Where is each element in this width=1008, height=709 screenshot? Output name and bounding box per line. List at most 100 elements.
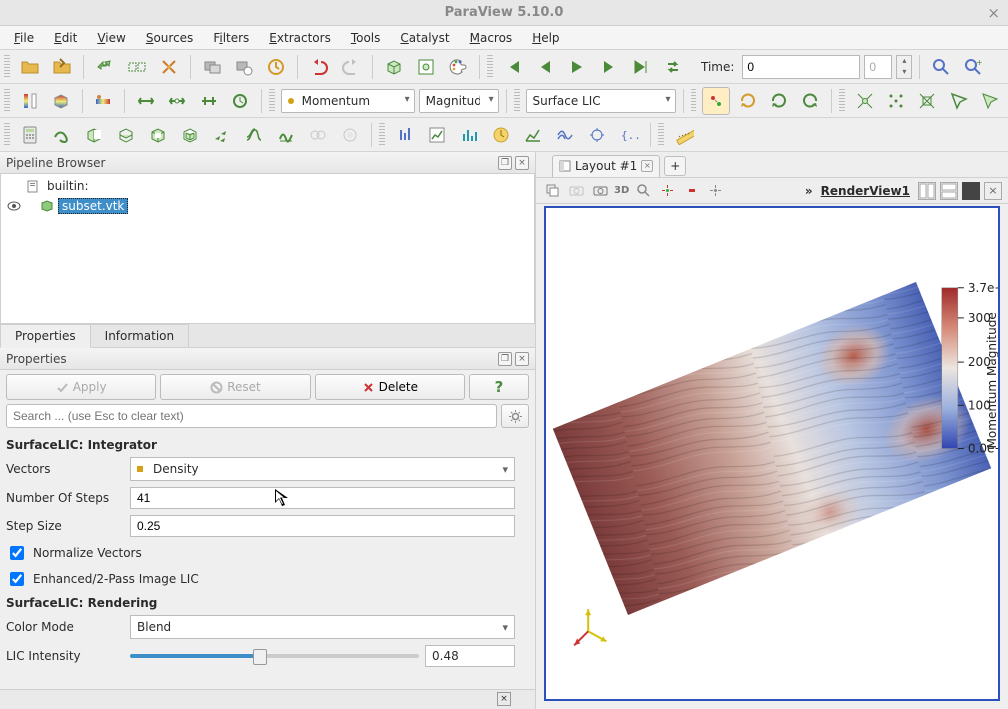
redo-button[interactable]	[337, 53, 365, 81]
zoom-to-data-button-2[interactable]	[765, 87, 792, 115]
select-surface-points-button[interactable]	[657, 181, 677, 201]
zoom-to-box-button[interactable]: +	[959, 53, 987, 81]
extract-grid-button[interactable]	[176, 121, 204, 149]
plot-selection-over-time-button[interactable]	[487, 121, 515, 149]
licintensity-slider[interactable]	[130, 654, 419, 658]
panel-close-button[interactable]: ×	[515, 352, 529, 366]
visibility-eye-icon[interactable]	[7, 199, 21, 213]
toolbar-grip[interactable]	[691, 89, 697, 113]
tab-information[interactable]: Information	[90, 324, 189, 347]
licintensity-value[interactable]: 0.48	[425, 645, 515, 667]
panel-float-button[interactable]: ❐	[498, 156, 512, 170]
scalar-bar-button[interactable]	[16, 87, 43, 115]
layout-tab-close[interactable]: ×	[641, 160, 653, 172]
toolbar-grip[interactable]	[269, 89, 275, 113]
rescale-range-button[interactable]	[132, 87, 159, 115]
reset-button[interactable]: Reset	[160, 374, 310, 400]
delete-button[interactable]: Delete	[315, 374, 465, 400]
copy-screenshot-button[interactable]	[542, 181, 562, 201]
interactive-select-cells-button[interactable]	[977, 87, 1004, 115]
slice-button[interactable]	[112, 121, 140, 149]
rescale-visible-button[interactable]	[195, 87, 222, 115]
plot-data-button[interactable]	[519, 121, 547, 149]
properties-scroll[interactable]: SurfaceLIC: Integrator Vectors Density N…	[0, 434, 535, 689]
toolbar-grip[interactable]	[4, 123, 10, 147]
advanced-toggle-button[interactable]	[501, 404, 529, 428]
probe-button[interactable]	[391, 121, 419, 149]
vcr-play-button[interactable]	[563, 53, 591, 81]
close-view-button[interactable]: ×	[984, 182, 1002, 200]
toolbar-grip[interactable]	[379, 123, 385, 147]
colormode-select[interactable]: Blend	[130, 615, 515, 639]
disconnect-button[interactable]	[123, 53, 151, 81]
apply-button[interactable]: Apply	[6, 374, 156, 400]
measure-button[interactable]	[670, 121, 698, 149]
python-shell-button[interactable]: {..}	[615, 121, 643, 149]
menu-help[interactable]: Help	[524, 29, 567, 47]
connect-button[interactable]	[91, 53, 119, 81]
frame-spinner[interactable]: ▴▾	[896, 55, 912, 79]
time-input[interactable]	[742, 55, 860, 79]
panel-close-button[interactable]: ×	[515, 156, 529, 170]
show-center-axes-button[interactable]	[702, 87, 729, 115]
interactive-mode-button[interactable]	[705, 181, 725, 201]
rescale-custom-button[interactable]	[164, 87, 191, 115]
pipeline-tree[interactable]: builtin: subset.vtk	[0, 174, 535, 324]
camera-lock-button[interactable]	[590, 181, 610, 201]
panel-float-button[interactable]: ❐	[498, 352, 512, 366]
extract-level-button[interactable]	[336, 121, 364, 149]
select-cells-on-button[interactable]	[851, 87, 878, 115]
cube-axes-button[interactable]	[412, 53, 440, 81]
pipeline-builtin[interactable]: builtin:	[1, 176, 534, 196]
toolbar-grip[interactable]	[4, 55, 10, 79]
array-combo[interactable]: Momentum	[281, 89, 415, 113]
generate-extracts-button[interactable]	[262, 53, 290, 81]
menu-macros[interactable]: Macros	[462, 29, 521, 47]
menu-extractors[interactable]: Extractors	[261, 29, 339, 47]
toolbar-grip[interactable]	[514, 89, 520, 113]
vectors-select[interactable]: Density	[130, 457, 515, 481]
calculator-button[interactable]	[16, 121, 44, 149]
warp-button[interactable]	[272, 121, 300, 149]
camera-button[interactable]	[566, 181, 586, 201]
menu-edit[interactable]: Edit	[46, 29, 85, 47]
window-close-button[interactable]: ×	[987, 4, 1000, 22]
component-combo[interactable]: Magnitude	[419, 89, 499, 113]
plot-over-line-button[interactable]	[423, 121, 451, 149]
save-state-button[interactable]	[48, 53, 76, 81]
enhanced-checkbox[interactable]	[10, 572, 24, 586]
toolbar-grip[interactable]	[487, 55, 493, 79]
rescale-temporal-button[interactable]	[226, 87, 253, 115]
undo-button[interactable]	[305, 53, 333, 81]
threshold-button[interactable]	[144, 121, 172, 149]
open-file-button[interactable]	[16, 53, 44, 81]
zoom-to-data-button[interactable]	[927, 53, 955, 81]
edit-color-map-button[interactable]	[90, 87, 117, 115]
layout-tab-1[interactable]: Layout #1 ×	[552, 155, 660, 177]
steps-input[interactable]	[130, 487, 515, 509]
color-palette-button[interactable]	[444, 53, 472, 81]
zoom-to-fit-button[interactable]	[633, 181, 653, 201]
plot-global-button[interactable]	[551, 121, 579, 149]
mode-3d-badge[interactable]: 3D	[614, 185, 629, 196]
snapshot-button[interactable]	[583, 121, 611, 149]
color-map-editor-button[interactable]	[47, 87, 74, 115]
catalyst-pause-button[interactable]	[230, 53, 258, 81]
vcr-last-button[interactable]	[627, 53, 655, 81]
menu-file[interactable]: File	[6, 29, 42, 47]
footer-close-button[interactable]: ×	[497, 692, 511, 706]
reset-camera-button[interactable]	[734, 87, 761, 115]
vcr-back-button[interactable]	[531, 53, 559, 81]
maximize-view-button[interactable]	[962, 182, 980, 200]
toolbar-grip[interactable]	[658, 123, 664, 147]
clear-selection-button[interactable]	[681, 181, 701, 201]
normalize-checkbox[interactable]	[10, 546, 24, 560]
split-horiz-button[interactable]	[918, 182, 936, 200]
contour-button[interactable]	[48, 121, 76, 149]
add-layout-button[interactable]: +	[664, 156, 686, 176]
render-view-label[interactable]: RenderView1	[821, 184, 910, 198]
toolbar-grip[interactable]	[4, 89, 10, 113]
menu-tools[interactable]: Tools	[343, 29, 389, 47]
select-points-on-button[interactable]	[882, 87, 909, 115]
menu-filters[interactable]: Filters	[205, 29, 257, 47]
